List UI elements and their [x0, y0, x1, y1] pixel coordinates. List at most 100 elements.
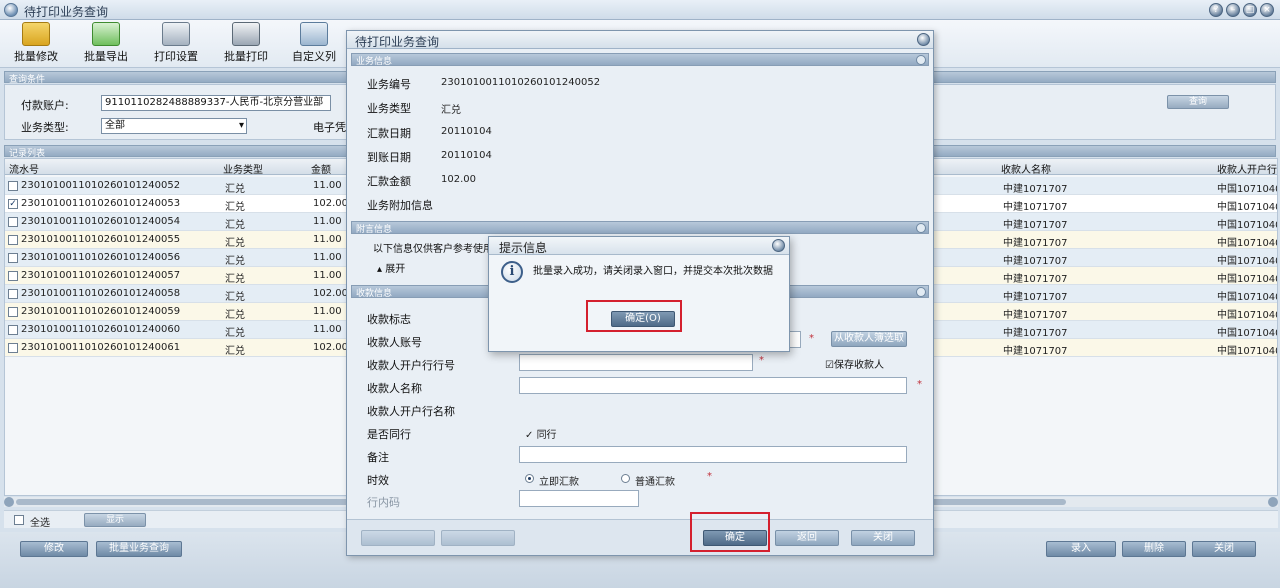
row-checkbox[interactable]: ✓	[8, 199, 18, 209]
row-checkbox[interactable]	[8, 289, 18, 299]
minimize-icon[interactable]: –	[1226, 3, 1240, 17]
required-marker: *	[707, 471, 712, 482]
select-all-checkbox[interactable]	[14, 515, 24, 525]
expand-toggle[interactable]: ▴ 展开	[377, 260, 405, 275]
row-checkbox[interactable]	[8, 181, 18, 191]
batch-print-button[interactable]: 批量打印	[218, 22, 274, 66]
highlight-ok-button	[586, 300, 682, 332]
amount-value: 102.00	[441, 174, 476, 185]
bank-code-input[interactable]	[519, 354, 753, 371]
radio-immediate[interactable]	[525, 474, 534, 483]
printer-icon	[232, 22, 260, 46]
memo-note: 以下信息仅供客户参考使用于	[373, 244, 503, 255]
dialog-close-button[interactable]: 关闭	[851, 530, 915, 546]
delete-button[interactable]: 删除	[1122, 541, 1186, 557]
field-label: 汇款日期	[367, 127, 411, 140]
save-payee-check[interactable]: ☑保存收款人	[825, 356, 884, 371]
back-button[interactable]: 返回	[775, 530, 839, 546]
dialog-footer: 确定 返回 关闭	[347, 519, 933, 555]
choose-payee-button[interactable]: 从收款人簿选取	[831, 331, 907, 347]
batch-export-button[interactable]: 批量导出	[78, 22, 134, 66]
app-icon	[4, 3, 18, 17]
remit-date-value: 20110104	[441, 126, 492, 137]
business-number-value: 2301010011010260101240052	[441, 77, 601, 88]
close-button[interactable]: 关闭	[1192, 541, 1256, 557]
business-type-label: 业务类型:	[21, 121, 69, 134]
help-icon[interactable]: ?	[1209, 3, 1223, 17]
columns-icon	[300, 22, 328, 46]
field-label: 业务编号	[367, 78, 411, 91]
modify-button[interactable]: 修改	[20, 541, 88, 557]
e-voucher-label: 电子凭	[313, 121, 346, 134]
required-marker: *	[809, 333, 814, 344]
field-label: 备注	[367, 451, 389, 464]
col-header-payee[interactable]: 收款人名称	[1001, 161, 1051, 176]
collapse-icon[interactable]	[916, 55, 926, 65]
row-checkbox[interactable]	[8, 325, 18, 335]
close-icon[interactable]: ×	[1260, 3, 1274, 17]
row-checkbox[interactable]	[8, 253, 18, 263]
row-checkbox[interactable]	[8, 307, 18, 317]
field-label: 是否同行	[367, 428, 411, 441]
dialog-close-icon[interactable]	[917, 33, 930, 46]
batch-query-select[interactable]: 批量业务查询	[96, 541, 182, 557]
radio-immediate-label: 立即汇款	[539, 477, 579, 488]
row-checkbox[interactable]	[8, 271, 18, 281]
same-bank-check[interactable]: ✓ 同行	[525, 426, 557, 441]
business-info-group: 业务信息	[351, 53, 929, 67]
alert-message: 批量录入成功，请关闭录入窗口，并提交本次批次数据	[533, 266, 773, 277]
col-header-amount[interactable]: 金额	[311, 161, 331, 176]
custom-columns-button[interactable]: 自定义列	[286, 22, 342, 66]
highlight-confirm-button	[690, 512, 770, 552]
print-settings-icon	[162, 22, 190, 46]
internal-code-input[interactable]	[519, 490, 639, 507]
batch-modify-button[interactable]: 批量修改	[8, 22, 64, 66]
field-label: 业务类型	[367, 102, 411, 115]
payee-name-input[interactable]	[519, 377, 907, 394]
entry-button[interactable]: 录入	[1046, 541, 1116, 557]
arrival-date-value: 20110104	[441, 150, 492, 161]
window-controls: ? – □ ×	[1209, 3, 1274, 17]
folder-icon	[22, 22, 50, 46]
display-mode-button[interactable]: 显示	[84, 513, 146, 527]
col-header-type[interactable]: 业务类型	[223, 161, 263, 176]
account-label: 付款账户:	[21, 99, 69, 112]
alert-title: 提示信息	[499, 241, 548, 255]
business-type-value: 汇兑	[441, 105, 461, 116]
alert-dialog: 提示信息 i 批量录入成功，请关闭录入窗口，并提交本次批次数据 确定(O)	[488, 236, 790, 352]
field-label: 汇款金额	[367, 175, 411, 188]
field-label: 收款标志	[367, 313, 411, 326]
window-title: 待打印业务查询	[24, 5, 109, 19]
print-settings-button[interactable]: 打印设置	[148, 22, 204, 66]
select-all-label: 全选	[30, 518, 50, 529]
scroll-right-icon[interactable]	[1268, 497, 1278, 507]
title-bar: 待打印业务查询 ? – □ ×	[0, 0, 1280, 20]
field-label: 收款人账号	[367, 336, 422, 349]
required-marker: *	[917, 379, 922, 390]
business-type-select[interactable]: 全部	[101, 118, 247, 134]
field-label: 时效	[367, 474, 389, 487]
alert-title-bar: 提示信息	[489, 237, 789, 255]
row-checkbox[interactable]	[8, 343, 18, 353]
collapse-icon[interactable]	[916, 287, 926, 297]
alert-close-icon[interactable]	[772, 239, 785, 252]
disabled-button	[361, 530, 435, 546]
export-icon	[92, 22, 120, 46]
field-label: 收款人开户行名称	[367, 405, 455, 418]
radio-normal[interactable]	[621, 474, 630, 483]
collapse-icon[interactable]	[916, 223, 926, 233]
dialog-title-bar: 待打印业务查询	[347, 31, 933, 49]
maximize-icon[interactable]: □	[1243, 3, 1257, 17]
col-header-bank[interactable]: 收款人开户行	[1217, 161, 1277, 176]
row-checkbox[interactable]	[8, 235, 18, 245]
query-button[interactable]: 查询	[1167, 95, 1229, 109]
remark-input[interactable]	[519, 446, 907, 463]
account-field[interactable]: 9110110282488889337-人民币-北京分营业部	[101, 95, 331, 111]
field-label: 行内码	[367, 496, 400, 509]
row-checkbox[interactable]	[8, 217, 18, 227]
scroll-left-icon[interactable]	[4, 497, 14, 507]
radio-normal-label: 普通汇款	[635, 477, 675, 488]
required-marker: *	[759, 355, 764, 366]
field-label: 收款人名称	[367, 382, 422, 395]
col-header-id[interactable]: 流水号	[9, 161, 39, 176]
